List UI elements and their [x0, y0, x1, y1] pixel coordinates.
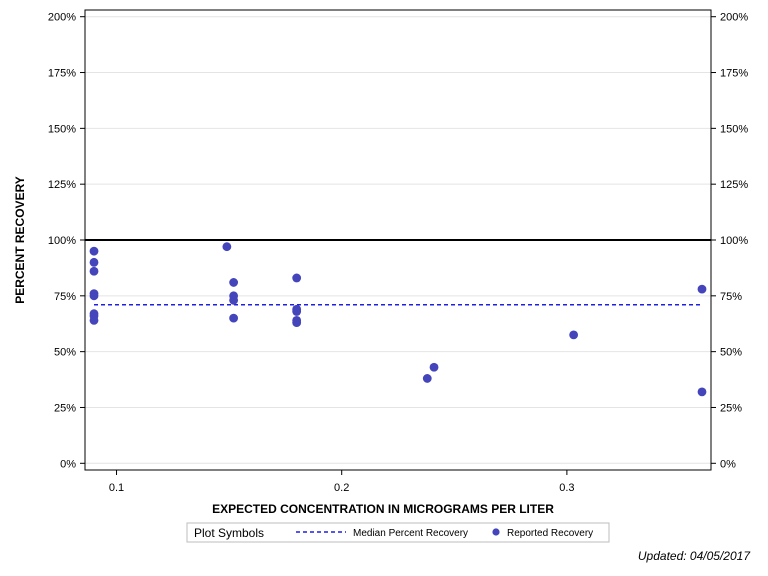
data-point	[229, 278, 239, 287]
y-tick-label-left: 150%	[48, 123, 76, 135]
data-point	[422, 374, 432, 383]
x-tick-label: 0.3	[559, 482, 574, 494]
y-axis-label: PERCENT RECOVERY	[13, 176, 27, 304]
y-tick-label-right: 200%	[720, 12, 748, 24]
data-point	[229, 295, 239, 305]
y-tick-label-right: 75%	[720, 291, 742, 303]
y-tick-label-right: 150%	[720, 123, 748, 135]
data-point	[292, 318, 302, 328]
y-tick-label-right: 0%	[720, 458, 736, 470]
y-tick-label-left: 75%	[54, 291, 76, 303]
y-tick-label-right: 125%	[720, 179, 748, 191]
data-point	[292, 307, 302, 316]
y-tick-label-right: 100%	[720, 235, 748, 247]
x-axis-label: EXPECTED CONCENTRATION IN MICROGRAMS PER…	[212, 502, 554, 516]
legend-reported-swatch	[492, 528, 500, 536]
y-tick-label-right: 175%	[720, 68, 748, 80]
y-tick-label-right: 25%	[720, 402, 742, 414]
data-point	[89, 246, 99, 256]
y-tick-label-left: 0%	[60, 458, 76, 470]
y-tick-label-left: 100%	[48, 235, 76, 247]
data-point	[89, 257, 99, 267]
data-point	[222, 242, 232, 252]
y-tick-label-right: 50%	[720, 347, 742, 359]
y-tick-label-left: 200%	[48, 12, 76, 24]
y-tick-label-left: 25%	[54, 402, 76, 414]
legend-item-reported: Reported Recovery	[507, 528, 593, 539]
data-point	[697, 387, 707, 397]
chart: 0% 0% 25% 25% 50% 50% 75% 75% 100% 100% 125% 125% 15…	[0, 0, 768, 576]
y-tick-label-left: 125%	[48, 179, 76, 191]
data-point	[429, 362, 439, 372]
data-point	[89, 291, 99, 301]
data-point	[229, 313, 239, 323]
y-tick-label-left: 50%	[54, 347, 76, 359]
legend-title: Plot Symbols	[194, 526, 264, 540]
legend-item-median: Median Percent Recovery	[353, 528, 468, 539]
x-tick-label: 0.1	[109, 482, 124, 494]
updated-note: Updated: 04/05/2017	[638, 549, 751, 563]
data-point	[89, 315, 99, 325]
data-point	[292, 273, 302, 283]
y-tick-label-left: 175%	[48, 68, 76, 80]
data-point	[697, 284, 707, 294]
x-tick-label: 0.2	[334, 482, 349, 494]
data-point	[569, 330, 579, 340]
data-point	[89, 266, 99, 276]
legend: Plot Symbols Median Percent Recovery Rep…	[186, 522, 610, 543]
